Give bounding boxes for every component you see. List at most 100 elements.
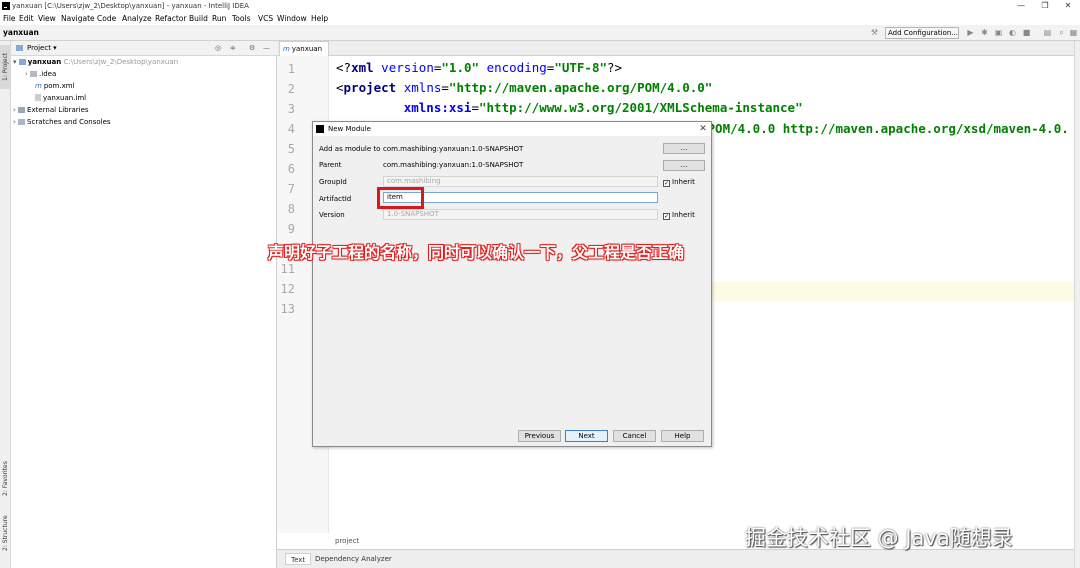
project-structure-icon[interactable]: ▤ xyxy=(1043,28,1052,37)
coverage-icon[interactable]: ▣ xyxy=(994,28,1003,37)
checkmark-icon: ✓ xyxy=(663,180,670,187)
menu-run[interactable]: Run xyxy=(212,12,226,25)
next-button[interactable]: Next xyxy=(565,430,608,442)
checkmark-icon: ✓ xyxy=(663,213,670,220)
tree-item-external-libraries[interactable]: › External Libraries xyxy=(13,105,89,115)
code-line-3[interactable]: xmlns:xsi="http://www.w3.org/2001/XMLSch… xyxy=(336,100,803,115)
artifactid-field[interactable]: item xyxy=(383,192,658,203)
maximize-button[interactable]: ❐ xyxy=(1033,0,1057,12)
line-number: 4 xyxy=(287,122,295,136)
debug-icon[interactable]: ✱ xyxy=(980,28,989,37)
settings-icon[interactable]: ▦ xyxy=(1069,28,1078,37)
project-panel-header: Project ▾ ◎ ≑ ⚙ — xyxy=(11,41,277,56)
editor-tab-bar: m yanxuan xyxy=(277,41,1074,56)
menu-refactor[interactable]: Refactor xyxy=(155,12,186,25)
line-number: 7 xyxy=(287,182,295,196)
menu-bar: File Edit View Navigate Code Analyze Ref… xyxy=(0,12,1080,25)
annotation-text: 声明好子工程的名称，同时可以确认一下，父工程是否正确 xyxy=(268,243,685,262)
tab-structure-tool[interactable]: 2: Structure xyxy=(0,511,11,556)
maven-file-icon: m xyxy=(283,45,290,53)
intellij-logo-icon xyxy=(2,2,10,10)
menu-window[interactable]: Window xyxy=(277,12,307,25)
menu-tools[interactable]: Tools xyxy=(232,12,250,25)
right-tool-strip xyxy=(1074,41,1080,568)
nav-breadcrumb[interactable]: yanxuan xyxy=(3,28,39,37)
module-folder-icon xyxy=(18,59,26,65)
tree-item-iml[interactable]: yanxuan.iml xyxy=(35,93,86,103)
add-as-module-browse-button[interactable]: ... xyxy=(663,143,705,154)
build-hammer-icon[interactable]: ⚒ xyxy=(870,28,879,37)
title-bar: yanxuan [C:\Users\zjw_2\Desktop\yanxuan]… xyxy=(0,0,1080,12)
line-number: 1 xyxy=(287,62,295,76)
tab-dependency-analyzer[interactable]: Dependency Analyzer xyxy=(310,553,397,565)
groupid-label: GroupId xyxy=(319,178,347,186)
line-number: 6 xyxy=(287,162,295,176)
editor-tab-yanxuan[interactable]: m yanxuan xyxy=(279,41,329,56)
parent-value: com.mashibing:yanxuan:1.0-SNAPSHOT xyxy=(383,161,524,169)
menu-vcs[interactable]: VCS xyxy=(258,12,273,25)
dialog-close-button[interactable]: ✕ xyxy=(697,122,709,136)
project-view-icon xyxy=(16,45,23,51)
code-line-1[interactable]: <?xml version="1.0" encoding="UTF-8"?> xyxy=(336,60,622,75)
minimize-button[interactable]: — xyxy=(1009,0,1033,12)
menu-file[interactable]: File xyxy=(3,12,16,25)
code-line-4[interactable]: /POM/4.0.0 http://maven.apache.org/xsd/m… xyxy=(700,121,1069,136)
line-number: 5 xyxy=(287,142,295,156)
line-number: 8 xyxy=(287,202,295,216)
menu-view[interactable]: View xyxy=(38,12,56,25)
menu-navigate[interactable]: Navigate xyxy=(61,12,95,25)
library-icon xyxy=(18,107,26,113)
locate-target-icon[interactable]: ◎ xyxy=(215,41,221,56)
tree-item-pom[interactable]: m pom.xml xyxy=(35,81,75,91)
project-view-selector[interactable]: Project ▾ xyxy=(27,41,57,56)
hide-panel-icon[interactable]: — xyxy=(263,41,270,56)
line-number: 12 xyxy=(280,282,295,296)
stop-icon[interactable]: ■ xyxy=(1022,28,1031,37)
menu-help[interactable]: Help xyxy=(311,12,328,25)
profile-icon[interactable]: ◐ xyxy=(1008,28,1017,37)
dialog-title: New Module xyxy=(328,125,371,133)
version-field[interactable]: 1.0-SNAPSHOT xyxy=(383,209,658,220)
tab-text[interactable]: Text xyxy=(285,553,312,565)
artifactid-label: ArtifactId xyxy=(319,195,352,203)
project-panel: Project ▾ ◎ ≑ ⚙ — ▾ yanxuan C:\Users\zjw… xyxy=(11,41,277,568)
navigation-bar: yanxuan ⚒ Add Configuration... ▶ ✱ ▣ ◐ ■… xyxy=(0,25,1080,41)
parent-browse-button[interactable]: ... xyxy=(663,160,705,171)
menu-analyze[interactable]: Analyze xyxy=(122,12,152,25)
groupid-field[interactable]: com.mashibing xyxy=(383,176,658,187)
new-module-dialog: New Module ✕ Add as module to com.mashib… xyxy=(312,121,712,447)
add-as-module-value: com.mashibing:yanxuan:1.0-SNAPSHOT xyxy=(383,145,524,153)
line-number: 2 xyxy=(287,82,295,96)
cancel-button[interactable]: Cancel xyxy=(613,430,656,442)
folder-icon xyxy=(30,71,38,77)
version-inherit-checkbox[interactable]: ✓ Inherit xyxy=(663,210,695,220)
parent-label: Parent xyxy=(319,161,342,169)
run-icon[interactable]: ▶ xyxy=(966,28,975,37)
tree-item-idea[interactable]: › .idea xyxy=(25,69,56,79)
version-label: Version xyxy=(319,211,345,219)
collapse-all-icon[interactable]: ≑ xyxy=(230,41,236,56)
dialog-title-bar: New Module ✕ xyxy=(313,122,711,136)
close-window-button[interactable]: ✕ xyxy=(1056,0,1080,12)
maven-file-icon: m xyxy=(35,82,42,90)
code-line-2[interactable]: <project xmlns="http://maven.apache.org/… xyxy=(336,80,712,95)
search-everywhere-icon[interactable]: ⌕ xyxy=(1057,28,1066,37)
menu-build[interactable]: Build xyxy=(189,12,208,25)
tree-item-scratches[interactable]: › Scratches and Consoles xyxy=(13,117,111,127)
menu-code[interactable]: Code xyxy=(97,12,116,25)
previous-button[interactable]: Previous xyxy=(518,430,561,442)
gear-icon[interactable]: ⚙ xyxy=(249,41,255,56)
line-number: 9 xyxy=(287,222,295,236)
help-button[interactable]: Help xyxy=(661,430,704,442)
line-number: 11 xyxy=(280,262,295,276)
tab-project-tool[interactable]: 1: Project xyxy=(0,45,11,89)
groupid-inherit-checkbox[interactable]: ✓ Inherit xyxy=(663,177,695,187)
file-icon xyxy=(35,94,41,101)
tab-favorites-tool[interactable]: 2: Favorites xyxy=(0,456,11,501)
tree-item-yanxuan[interactable]: ▾ yanxuan C:\Users\zjw_2\Desktop\yanxuan xyxy=(13,57,178,67)
highlight-box xyxy=(377,187,424,209)
window-title: yanxuan [C:\Users\zjw_2\Desktop\yanxuan]… xyxy=(12,2,249,10)
intellij-logo-icon xyxy=(316,125,324,133)
menu-edit[interactable]: Edit xyxy=(19,12,34,25)
add-configuration-button[interactable]: Add Configuration... xyxy=(885,27,959,39)
